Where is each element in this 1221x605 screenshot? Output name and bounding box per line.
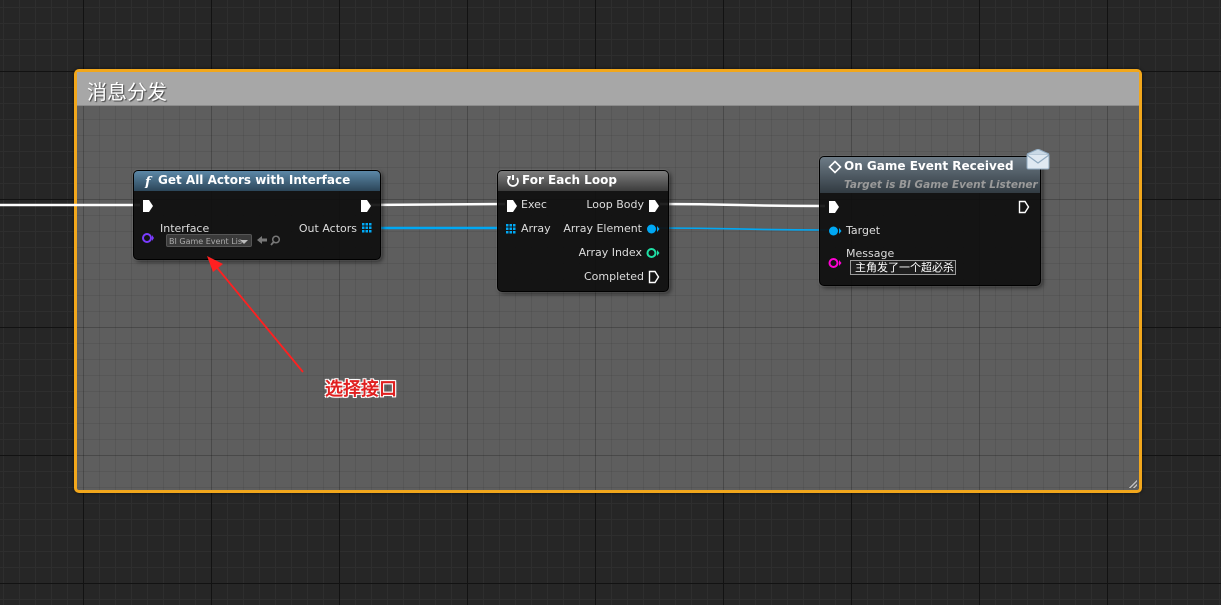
annotation-text: 选择接口 <box>325 379 397 400</box>
annotation-arrow <box>207 256 304 373</box>
